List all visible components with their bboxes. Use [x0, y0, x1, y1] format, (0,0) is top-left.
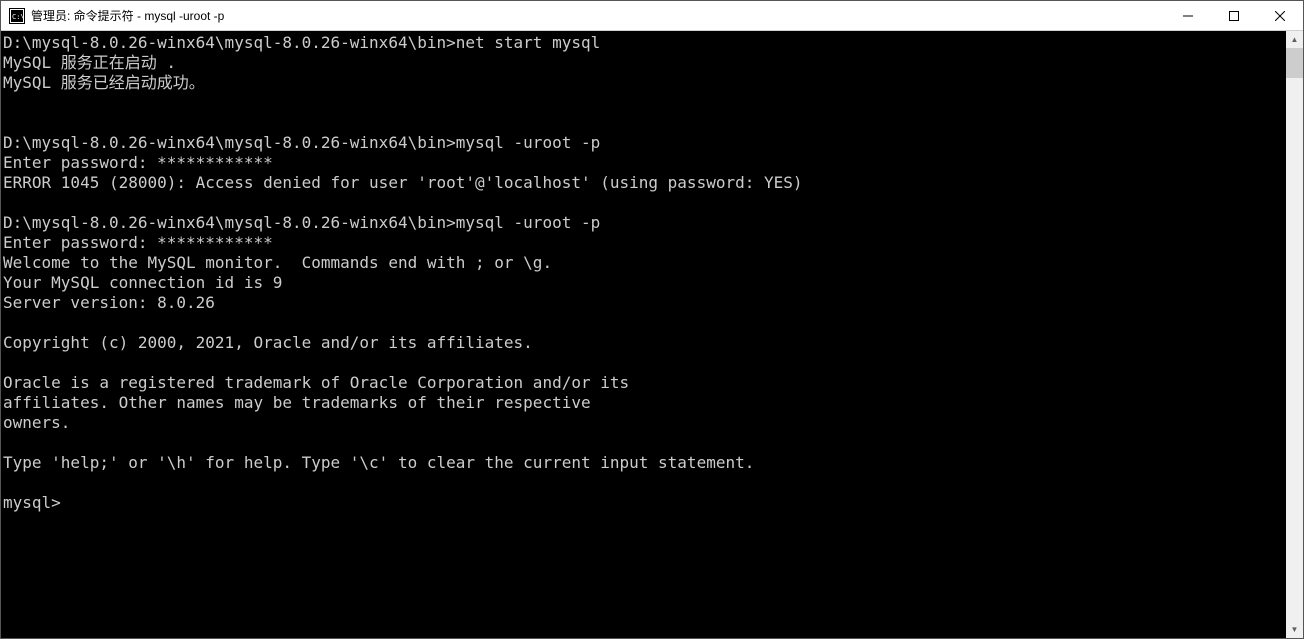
vertical-scrollbar[interactable]: ▲ ▼ [1286, 31, 1303, 638]
scroll-down-button[interactable]: ▼ [1286, 621, 1303, 638]
scroll-thumb[interactable] [1286, 48, 1303, 78]
cmd-icon: C:\ [9, 8, 25, 24]
close-button[interactable] [1257, 1, 1303, 30]
console-body: D:\mysql-8.0.26-winx64\mysql-8.0.26-winx… [1, 31, 1303, 638]
scroll-up-button[interactable]: ▲ [1286, 31, 1303, 48]
titlebar[interactable]: C:\ 管理员: 命令提示符 - mysql -uroot -p [1, 1, 1303, 31]
window-title: 管理员: 命令提示符 - mysql -uroot -p [31, 7, 1165, 24]
console-output[interactable]: D:\mysql-8.0.26-winx64\mysql-8.0.26-winx… [1, 31, 1286, 638]
maximize-button[interactable] [1211, 1, 1257, 30]
command-prompt-window: C:\ 管理员: 命令提示符 - mysql -uroot -p D:\mysq… [0, 0, 1304, 639]
scroll-track[interactable] [1286, 48, 1303, 621]
minimize-button[interactable] [1165, 1, 1211, 30]
svg-text:C:\: C:\ [12, 13, 25, 21]
window-controls [1165, 1, 1303, 30]
